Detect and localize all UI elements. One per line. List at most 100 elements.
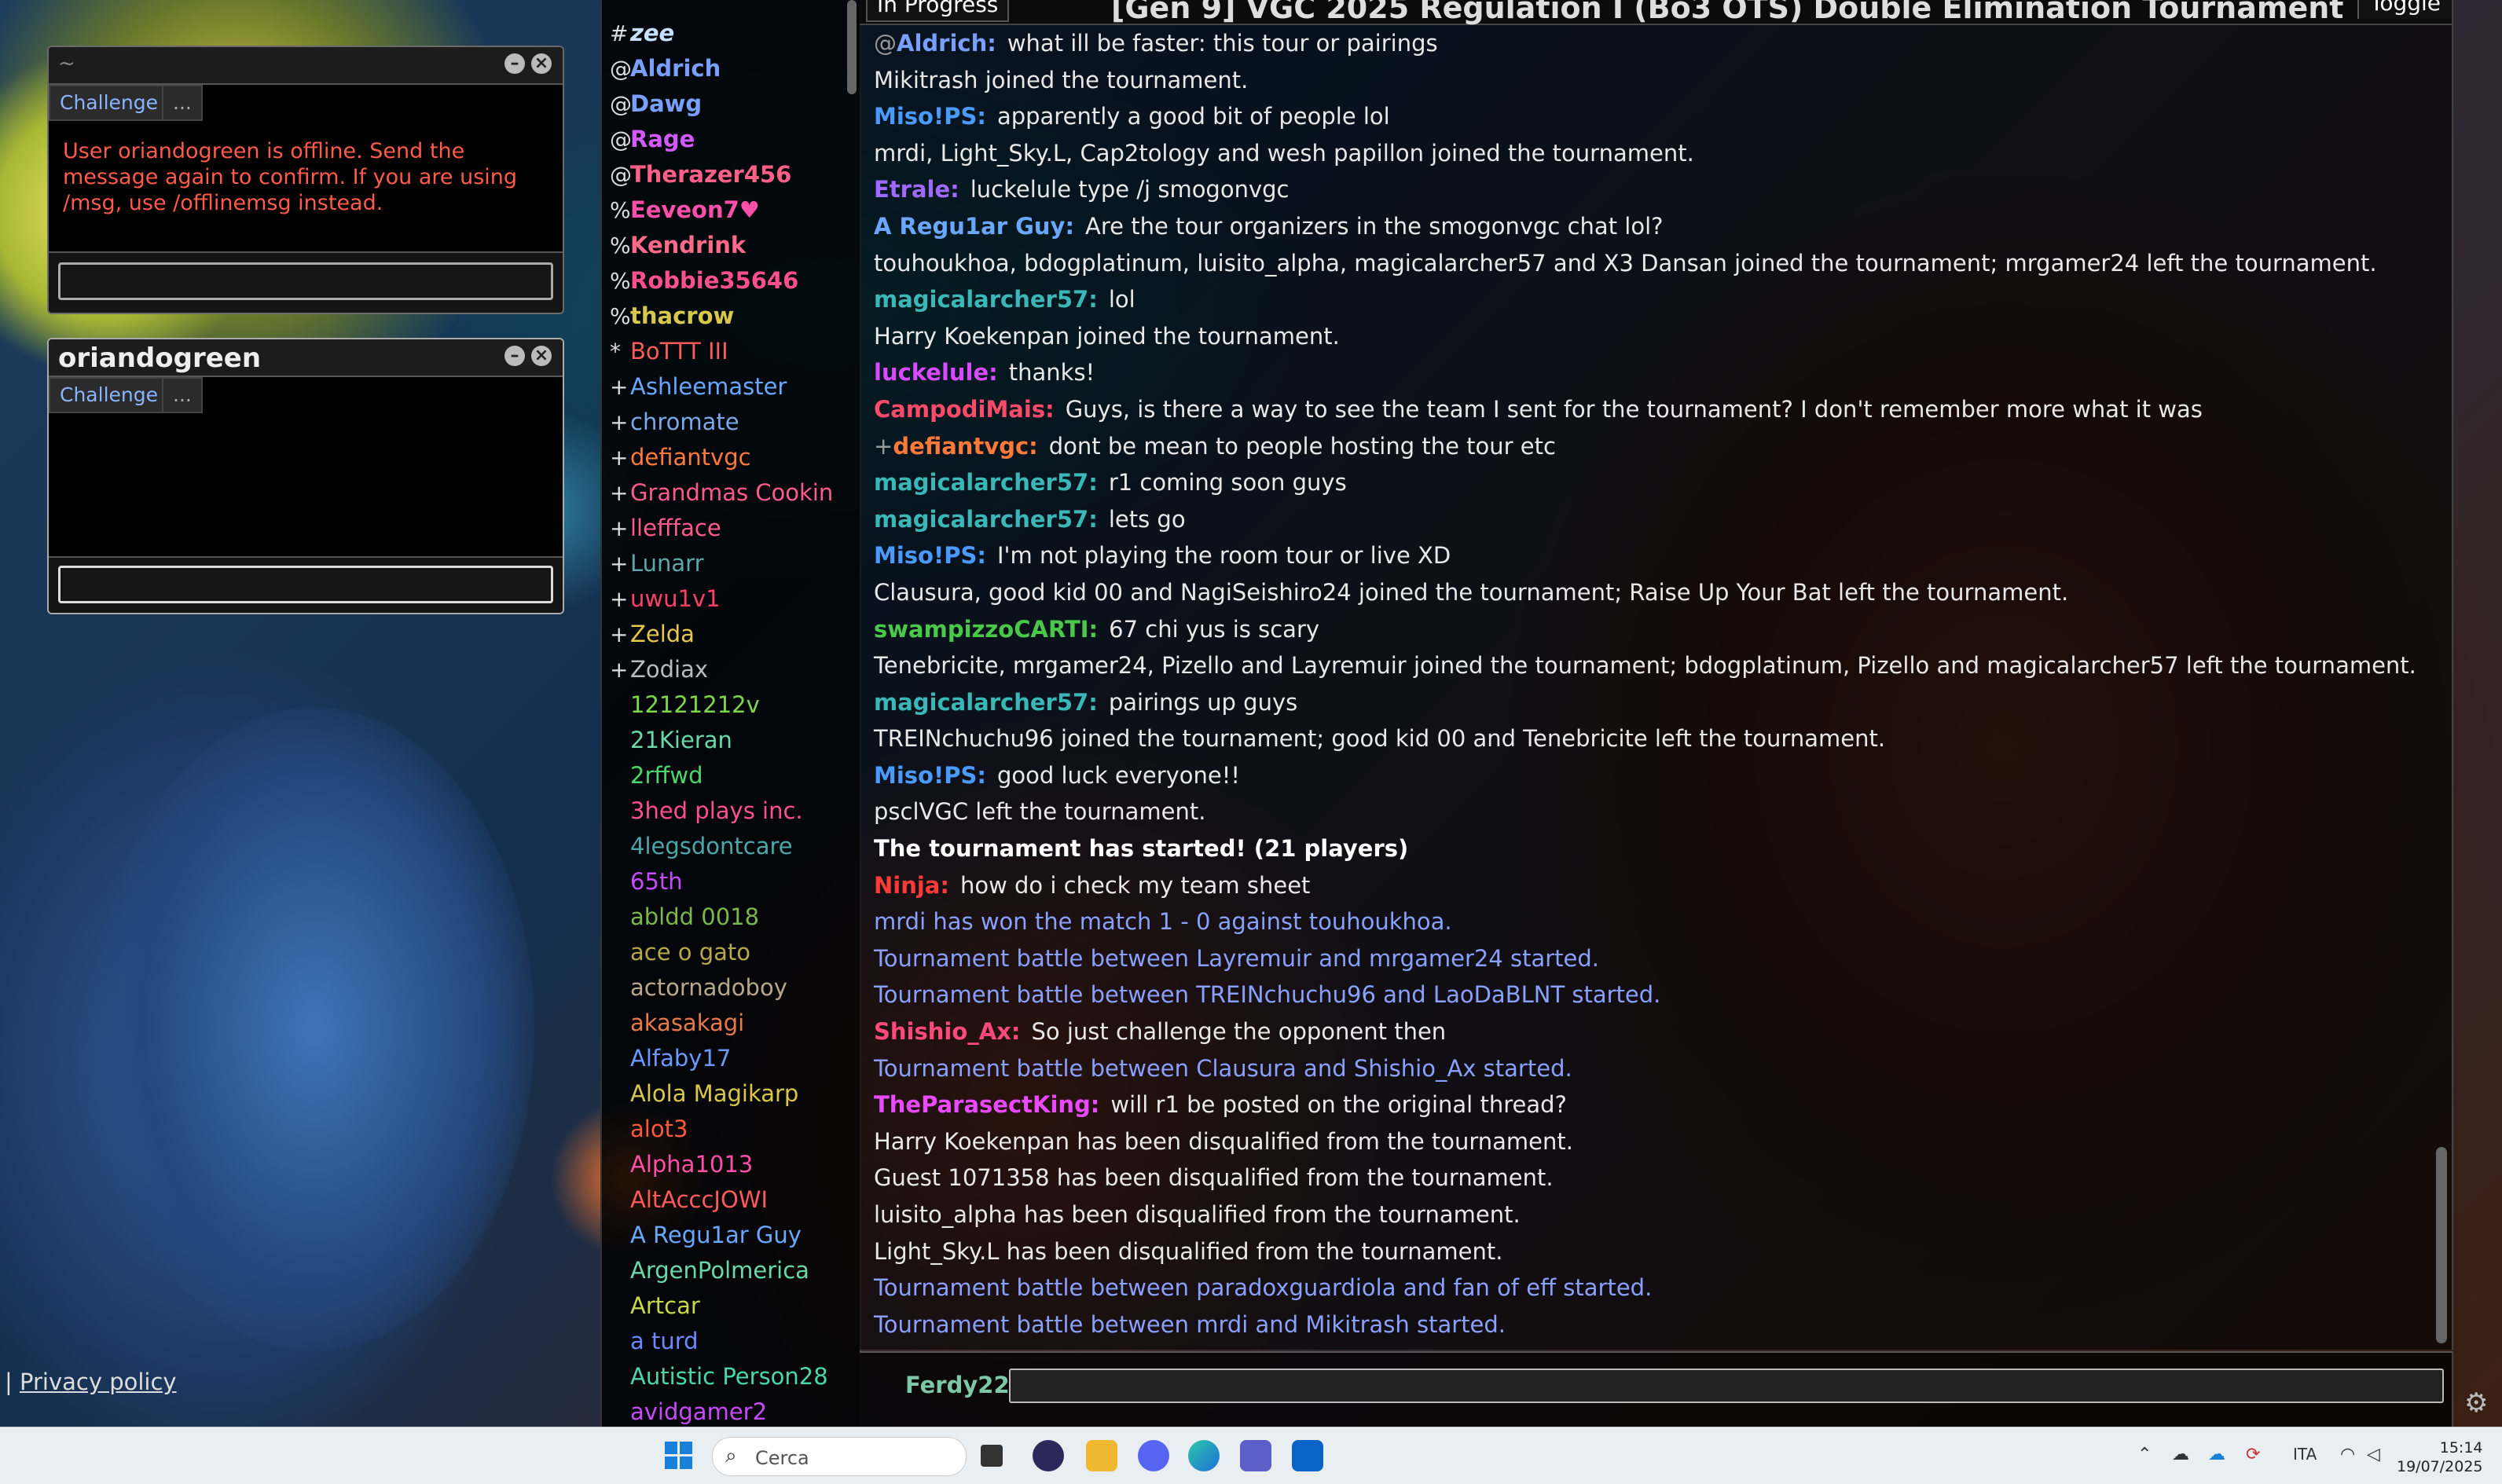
user-name[interactable]: Eeveon7♥: [630, 192, 760, 228]
volume-icon[interactable]: ◁: [2367, 1445, 2380, 1464]
message-username[interactable]: +defiantvgc:: [874, 433, 1038, 460]
user-list-item[interactable]: Artcar: [602, 1288, 847, 1324]
wifi-icon[interactable]: ◠: [2340, 1445, 2355, 1464]
user-name[interactable]: zee: [630, 16, 674, 51]
user-list-item[interactable]: Alola Magikarp: [602, 1076, 847, 1112]
task-view-icon[interactable]: [981, 1445, 1003, 1467]
privacy-policy-link[interactable]: | Privacy policy: [5, 1369, 177, 1395]
user-name[interactable]: A Regu1ar Guy: [630, 1218, 802, 1253]
user-name[interactable]: Therazer456: [630, 157, 791, 192]
user-list-item[interactable]: abldd 0018: [602, 900, 847, 935]
user-list-item[interactable]: +lleffface: [602, 511, 847, 546]
user-list-item[interactable]: a turd: [602, 1324, 847, 1359]
message-username[interactable]: Miso!PS:: [874, 762, 986, 789]
minimize-icon[interactable]: –: [504, 346, 525, 366]
cloud-icon[interactable]: ☁: [2172, 1445, 2189, 1464]
discord-icon[interactable]: [1138, 1440, 1169, 1471]
user-name[interactable]: Robbie35646: [630, 263, 798, 299]
message-username[interactable]: Shishio_Ax:: [874, 1018, 1021, 1045]
user-name[interactable]: actornadoboy: [630, 970, 787, 1006]
user-list-item[interactable]: @Therazer456: [602, 157, 847, 192]
sync-icon[interactable]: ⟳: [2246, 1445, 2260, 1464]
challenge-button[interactable]: Challenge: [49, 377, 169, 413]
message-username[interactable]: @Aldrich:: [874, 30, 996, 57]
password-manager-icon[interactable]: [1033, 1440, 1064, 1471]
user-list-item[interactable]: avidgamer2: [602, 1394, 847, 1427]
user-name[interactable]: 12121212v: [630, 687, 760, 723]
user-list-item[interactable]: +chromate: [602, 405, 847, 440]
user-name[interactable]: BoTTT III: [630, 334, 728, 369]
user-list-item[interactable]: alot3: [602, 1112, 847, 1147]
user-list-item[interactable]: 12121212v: [602, 687, 847, 723]
user-list-item[interactable]: +Ashleemaster: [602, 369, 847, 405]
user-name[interactable]: Zodiax: [630, 652, 708, 687]
user-list-scrollbar[interactable]: [847, 0, 857, 94]
user-name[interactable]: a turd: [630, 1324, 699, 1359]
user-name[interactable]: Rage: [630, 122, 695, 157]
user-list-item[interactable]: * BoTTT III: [602, 334, 847, 369]
toggle-button[interactable]: Toggle: [2357, 0, 2452, 19]
tab-in-progress[interactable]: In Progress: [866, 0, 1010, 22]
user-list-item[interactable]: AltAcccJOWI: [602, 1182, 847, 1218]
edge-icon[interactable]: [1188, 1440, 1220, 1471]
user-list-item[interactable]: %Kendrink: [602, 228, 847, 263]
file-explorer-icon[interactable]: [1086, 1440, 1117, 1471]
user-name[interactable]: Alfaby17: [630, 1041, 731, 1076]
user-list-item[interactable]: +Zelda: [602, 617, 847, 652]
message-username[interactable]: Miso!PS:: [874, 103, 986, 130]
user-name[interactable]: Dawg: [630, 86, 702, 122]
message-username[interactable]: swampizzoCARTI:: [874, 616, 1098, 643]
message-username[interactable]: Ninja:: [874, 872, 949, 899]
user-name[interactable]: avidgamer2: [630, 1394, 767, 1427]
user-list-item[interactable]: 65th: [602, 864, 847, 900]
chat-message-input[interactable]: [1009, 1369, 2444, 1403]
minimize-icon[interactable]: –: [504, 53, 525, 74]
user-name[interactable]: ArgenPolmerica: [630, 1253, 809, 1288]
user-name[interactable]: AltAcccJOWI: [630, 1182, 768, 1218]
user-list-item[interactable]: +Lunarr: [602, 546, 847, 581]
user-name[interactable]: Zelda: [630, 617, 695, 652]
teams-icon[interactable]: [1240, 1440, 1271, 1471]
user-name[interactable]: Ashleemaster: [630, 369, 787, 405]
user-name[interactable]: Autistic Person28: [630, 1359, 828, 1394]
user-list-item[interactable]: %Eeveon7♥: [602, 192, 847, 228]
user-list-item[interactable]: +Grandmas Cookin: [602, 475, 847, 511]
message-username[interactable]: Miso!PS:: [874, 542, 986, 569]
challenge-button[interactable]: Challenge: [49, 85, 169, 121]
user-name[interactable]: alot3: [630, 1112, 688, 1147]
user-list-item[interactable]: akasakagi: [602, 1006, 847, 1041]
user-list-item[interactable]: 3hed plays inc.: [602, 793, 847, 829]
user-name[interactable]: 65th: [630, 864, 683, 900]
user-name[interactable]: Kendrink: [630, 228, 746, 263]
user-list-item[interactable]: A Regu1ar Guy: [602, 1218, 847, 1253]
user-list-item[interactable]: +uwu1v1: [602, 581, 847, 617]
outlook-icon[interactable]: [1292, 1440, 1323, 1471]
message-username[interactable]: TheParasectKing:: [874, 1091, 1099, 1118]
user-name[interactable]: Lunarr: [630, 546, 704, 581]
user-list-item[interactable]: 21Kieran: [602, 723, 847, 758]
pm-message-input[interactable]: [58, 262, 553, 300]
user-list-item[interactable]: 4legsdontcare: [602, 829, 847, 864]
user-name[interactable]: Grandmas Cookin: [630, 475, 833, 511]
user-name[interactable]: ace o gato: [630, 935, 750, 970]
user-list-item[interactable]: ArgenPolmerica: [602, 1253, 847, 1288]
user-list-item[interactable]: actornadoboy: [602, 970, 847, 1006]
user-name[interactable]: akasakagi: [630, 1006, 744, 1041]
user-list-item[interactable]: 2rffwd: [602, 758, 847, 793]
user-list-item[interactable]: @Dawg: [602, 86, 847, 122]
message-username[interactable]: A Regu1ar Guy:: [874, 213, 1074, 240]
user-list-item[interactable]: @Aldrich: [602, 51, 847, 86]
user-name[interactable]: 2rffwd: [630, 758, 703, 793]
message-username[interactable]: CampodiMais:: [874, 396, 1055, 423]
user-list-item[interactable]: #zee: [602, 16, 847, 51]
user-list-item[interactable]: %Robbie35646: [602, 263, 847, 299]
more-button[interactable]: ...: [162, 377, 203, 413]
user-list-item[interactable]: Autistic Person28: [602, 1359, 847, 1394]
message-username[interactable]: luckelule:: [874, 359, 998, 386]
user-name[interactable]: 4legsdontcare: [630, 829, 793, 864]
user-name[interactable]: defiantvgc: [630, 440, 751, 475]
user-list-item[interactable]: %thacrow: [602, 299, 847, 334]
user-name[interactable]: abldd 0018: [630, 900, 759, 935]
message-username[interactable]: Etrale:: [874, 176, 959, 203]
user-name[interactable]: chromate: [630, 405, 739, 440]
